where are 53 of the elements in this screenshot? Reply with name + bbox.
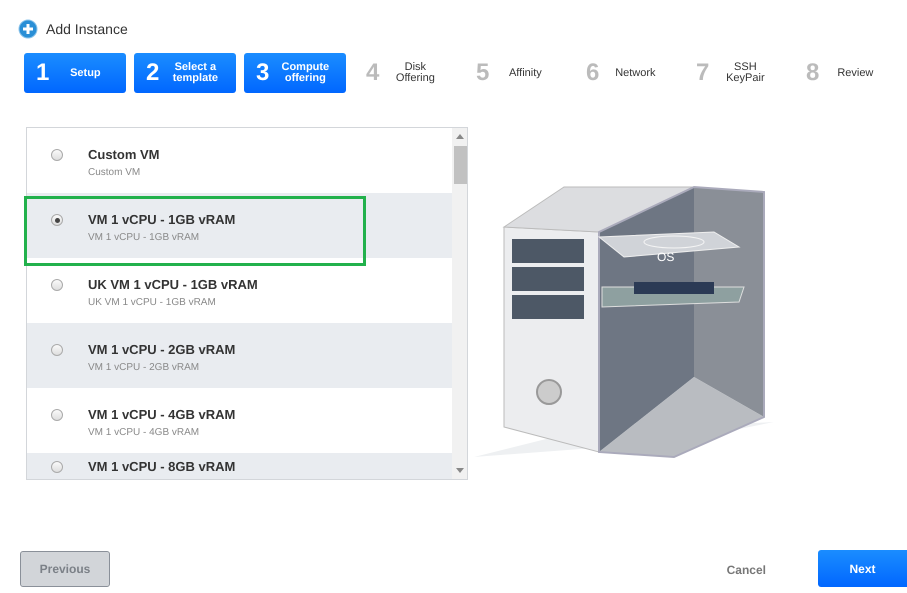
offering-name: Custom VM bbox=[88, 147, 160, 162]
wizard-step[interactable]: 1 Setup bbox=[24, 53, 126, 93]
offering-name: VM 1 vCPU - 1GB vRAM bbox=[88, 212, 236, 227]
step-label: Review bbox=[836, 68, 874, 78]
dialog-title: Add Instance bbox=[46, 21, 128, 37]
radio-button[interactable] bbox=[51, 149, 63, 161]
os-label: OS bbox=[657, 250, 674, 264]
wizard-step[interactable]: 2 Select a template bbox=[134, 53, 236, 93]
step-number: 5 bbox=[476, 59, 490, 87]
offering-row[interactable]: VM 1 vCPU - 8GB vRAM bbox=[27, 453, 452, 479]
offering-row[interactable]: VM 1 vCPU - 4GB vRAM VM 1 vCPU - 4GB vRAM bbox=[27, 388, 452, 453]
step-label: Network bbox=[614, 68, 657, 78]
step-number: 7 bbox=[696, 59, 710, 87]
step-number: 2 bbox=[146, 59, 160, 87]
offering-description: VM 1 vCPU - 4GB vRAM bbox=[88, 427, 200, 438]
offering-row[interactable]: Custom VM Custom VM bbox=[27, 128, 452, 193]
next-button[interactable]: Next bbox=[818, 550, 907, 587]
radio-button[interactable] bbox=[51, 344, 63, 356]
radio-button[interactable] bbox=[51, 461, 63, 473]
step-number: 4 bbox=[366, 59, 380, 87]
offering-name: UK VM 1 vCPU - 1GB vRAM bbox=[88, 277, 258, 292]
step-label: SSH KeyPair bbox=[725, 62, 766, 84]
offering-description: UK VM 1 vCPU - 1GB vRAM bbox=[88, 297, 217, 308]
wizard-step[interactable]: 8 Review bbox=[794, 53, 896, 93]
step-label: Select a template bbox=[172, 62, 219, 84]
cancel-link[interactable]: Cancel bbox=[726, 556, 766, 582]
step-number: 3 bbox=[256, 59, 270, 87]
offering-row[interactable]: UK VM 1 vCPU - 1GB vRAM UK VM 1 vCPU - 1GB vRAM bbox=[27, 258, 452, 323]
offering-description: Custom VM bbox=[88, 167, 142, 178]
offering-row[interactable]: VM 1 vCPU - 1GB vRAM VM 1 vCPU - 1GB vRAM bbox=[27, 193, 452, 258]
radio-button[interactable] bbox=[51, 279, 63, 291]
offering-description: VM 1 vCPU - 1GB vRAM bbox=[88, 232, 200, 243]
radio-button[interactable] bbox=[51, 409, 63, 421]
offering-name: VM 1 vCPU - 2GB vRAM bbox=[88, 342, 236, 357]
wizard-step[interactable]: 7 SSH KeyPair bbox=[684, 53, 786, 93]
radio-button[interactable] bbox=[51, 214, 63, 226]
wizard-step[interactable]: 6 Network bbox=[574, 53, 676, 93]
wizard-step[interactable]: 5 Affinity bbox=[464, 53, 566, 93]
step-number: 8 bbox=[806, 59, 820, 87]
offering-row[interactable]: VM 1 vCPU - 2GB vRAM VM 1 vCPU - 2GB vRAM bbox=[27, 323, 452, 388]
scrollbar[interactable] bbox=[452, 128, 467, 479]
step-number: 1 bbox=[36, 59, 50, 87]
offering-name: VM 1 vCPU - 8GB vRAM bbox=[88, 459, 236, 474]
offering-description: VM 1 vCPU - 2GB vRAM bbox=[88, 362, 200, 373]
offering-name: VM 1 vCPU - 4GB vRAM bbox=[88, 407, 236, 422]
wizard-step[interactable]: 4 Disk Offering bbox=[354, 53, 456, 93]
step-number: 6 bbox=[586, 59, 600, 87]
step-label: Affinity bbox=[508, 68, 543, 78]
wizard-step[interactable]: 3 Compute offering bbox=[244, 53, 346, 93]
add-icon bbox=[18, 19, 38, 39]
step-label: Compute offering bbox=[280, 62, 330, 84]
step-label: Disk Offering bbox=[394, 62, 436, 84]
step-label: Setup bbox=[69, 68, 102, 78]
